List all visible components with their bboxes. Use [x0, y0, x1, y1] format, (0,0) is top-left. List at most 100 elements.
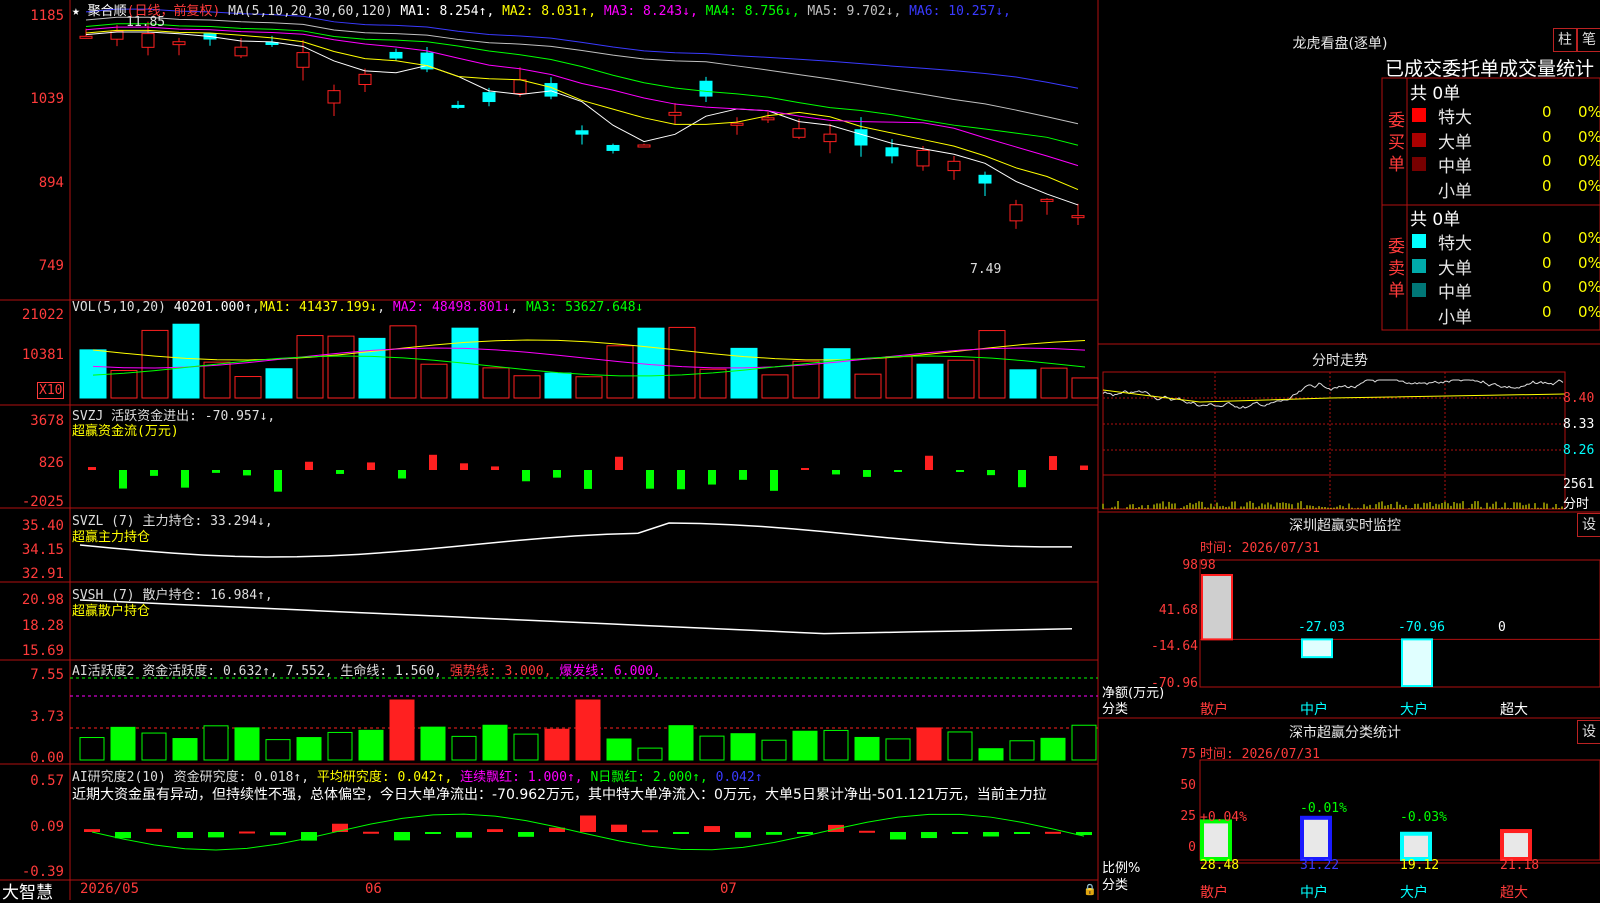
order-size-swatch: [1412, 307, 1426, 322]
vol-unit-badge[interactable]: X10: [37, 382, 65, 399]
ma-label: MA5: 9.702↓,: [799, 4, 902, 19]
fund-flow-bar: [925, 455, 933, 470]
candle: [234, 46, 248, 57]
sz-class-bar: [1400, 831, 1432, 861]
app-logo[interactable]: 大智慧: [2, 878, 53, 903]
candle: [141, 33, 155, 48]
fund-flow-bar: [801, 467, 809, 470]
order-row-pct: 0%: [1578, 176, 1600, 195]
star-icon[interactable]: ★: [72, 4, 80, 19]
svsh-subtitle: 超赢散户持仓: [72, 604, 151, 619]
activity-bar: [234, 727, 260, 761]
svzj-subtitle: 超赢资金流(万元): [72, 424, 179, 439]
order-row-name: 中单: [1438, 157, 1472, 177]
activity-bar: [482, 724, 508, 761]
svzj-ytick: 3678: [30, 413, 64, 429]
research-bar: [1014, 832, 1030, 834]
volume-bar: [854, 373, 882, 399]
order-size-swatch: [1412, 181, 1426, 196]
activity-bar: [637, 747, 663, 761]
intraday-price-line: [1102, 379, 1564, 409]
candle: [885, 147, 899, 157]
volume-bar: [1071, 377, 1099, 399]
volume-bar: [544, 372, 572, 399]
order-row-name: 小单: [1438, 307, 1472, 328]
candle: [544, 83, 558, 97]
order-row-pct: 0%: [1578, 302, 1600, 321]
activity-bar: [978, 748, 1004, 761]
activity-bar: [203, 725, 229, 761]
activity-bar: [699, 735, 725, 761]
volume-bar: [389, 325, 417, 399]
fund-flow-bar: [212, 470, 220, 473]
volume-bar: [234, 376, 262, 399]
candle: [172, 41, 186, 46]
volume-bar: [265, 368, 293, 399]
research-bar: [394, 832, 410, 841]
ma-values: MA1: 8.254↑, MA2: 8.031↑, MA3: 8.243↓, M…: [400, 4, 1011, 19]
volume-bar: [358, 337, 386, 399]
sz-class-value: 28.48: [1200, 858, 1240, 873]
candle: [296, 52, 310, 68]
research-bar: [146, 828, 162, 832]
buy-orders-label: 委买单: [1388, 111, 1405, 175]
retail-holding-line: [79, 599, 1073, 635]
order-row-name: 特大: [1438, 108, 1472, 128]
activity-bar: [141, 732, 167, 761]
sz-monitor-bar: [1401, 638, 1433, 687]
sell-orders-label: 委卖单: [1388, 237, 1405, 301]
tick-mode-button[interactable]: 笔: [1577, 28, 1600, 52]
fund-flow-bar: [615, 456, 623, 470]
activity-bar: [79, 737, 105, 761]
sz-monitor-xlabel: 分类: [1102, 702, 1129, 717]
date-tick: 2026/05: [80, 881, 140, 897]
volume-bar: [1009, 369, 1037, 399]
fund-flow-bar: [1080, 465, 1088, 470]
ai-active-ytick: 7.55: [30, 667, 64, 683]
lock-icon[interactable]: 🔒: [1083, 883, 1097, 896]
research-bar: [859, 830, 875, 833]
order-size-swatch: [1412, 108, 1426, 122]
sz-class-settings-button[interactable]: 设: [1577, 720, 1600, 744]
research-bar: [921, 832, 937, 839]
sz-monitor-ytick: 41.68: [1158, 603, 1198, 618]
candle: [823, 133, 837, 143]
sz-class-value: 19.12: [1400, 858, 1440, 873]
fund-flow-bar: [1049, 456, 1057, 470]
activity-bar: [668, 725, 694, 761]
dragon-tiger-title: 龙虎看盘(逐单): [1292, 36, 1388, 52]
volume-bar: [513, 375, 541, 399]
research-bar: [704, 826, 720, 832]
sz-monitor-time: 时间: 2026/07/31: [1200, 541, 1320, 556]
research-bar: [239, 831, 255, 834]
fund-flow-bar: [522, 470, 530, 482]
date-tick: 06: [365, 881, 382, 897]
candle: [792, 128, 806, 138]
stats-tabs[interactable]: 已成交委托单成交量统计: [1385, 54, 1600, 81]
ai-research-ytick: 0.09: [30, 819, 64, 835]
stock-chart-canvas[interactable]: [0, 0, 1600, 900]
sz-class-ytick: 50: [1180, 778, 1196, 793]
sz-monitor-bar-value: -70.96: [1398, 620, 1445, 635]
volume-bar: [792, 360, 820, 399]
fund-flow-bar: [987, 470, 995, 476]
vol-ytick: 10381: [21, 347, 64, 363]
volume-bar: [823, 348, 851, 399]
research-bar: [456, 832, 472, 838]
activity-bar: [854, 736, 880, 761]
candle: [730, 122, 744, 126]
activity-bar: [792, 730, 818, 761]
candle: [575, 130, 589, 135]
order-row-count: 0: [1542, 152, 1552, 170]
candle: [978, 174, 992, 184]
sz-class-time: 时间: 2026/07/31: [1200, 747, 1320, 762]
order-row-count: 0: [1542, 127, 1552, 146]
sz-class-ytick: 75: [1180, 747, 1196, 762]
activity-bar: [544, 728, 570, 761]
candle: [451, 104, 465, 108]
sz-monitor-settings-button[interactable]: 设: [1577, 513, 1600, 537]
bar-mode-button[interactable]: 柱: [1553, 28, 1577, 52]
activity-bar: [575, 699, 601, 761]
candle: [513, 79, 527, 94]
stock-name[interactable]: 聚合顺: [88, 4, 127, 19]
